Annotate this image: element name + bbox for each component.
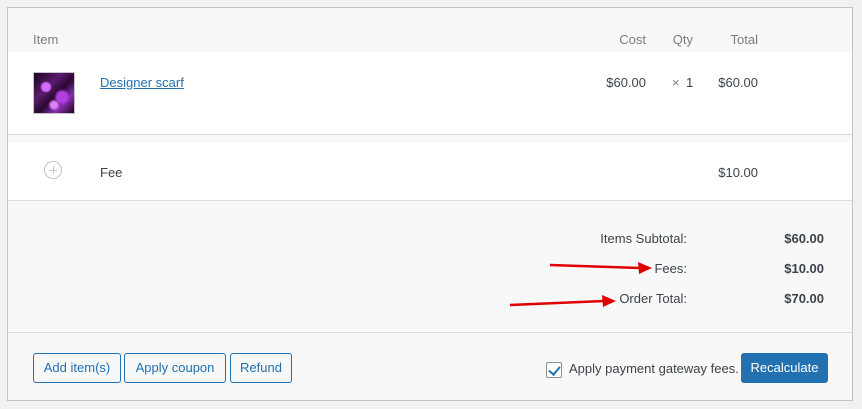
plus-circle-icon (44, 161, 62, 179)
divider (8, 134, 852, 135)
divider (8, 200, 852, 201)
table-row (8, 52, 852, 134)
gateway-fees-checkbox[interactable] (546, 362, 562, 378)
column-header-cost: Cost (619, 32, 646, 47)
order-items-panel: Item Cost Qty Total Designer scarf $60.0… (7, 7, 853, 401)
add-items-button[interactable]: Add item(s) (33, 353, 121, 383)
order-total-value: $70.00 (784, 291, 824, 306)
item-total: $60.00 (718, 75, 758, 90)
qty-multiplier: × (672, 75, 680, 90)
item-cost: $60.00 (606, 75, 646, 90)
items-subtotal-label: Items Subtotal: (600, 231, 687, 246)
recalculate-button[interactable]: Recalculate (741, 353, 828, 383)
gateway-fees-label[interactable]: Apply payment gateway fees. (569, 361, 739, 376)
refund-button[interactable]: Refund (230, 353, 292, 383)
item-qty: 1 (686, 75, 694, 90)
annotation-arrow-order-total (509, 295, 616, 307)
fee-label: Fee (100, 165, 123, 180)
items-subtotal-value: $60.00 (784, 231, 824, 246)
column-header-qty: Qty (672, 32, 693, 47)
apply-coupon-button[interactable]: Apply coupon (124, 353, 226, 383)
column-header-total: Total (730, 32, 758, 47)
fee-total: $10.00 (718, 165, 758, 180)
annotation-arrow-fees (549, 262, 652, 274)
product-thumbnail[interactable] (33, 72, 75, 114)
product-link[interactable]: Designer scarf (100, 75, 184, 90)
fees-value: $10.00 (784, 261, 824, 276)
divider (8, 332, 852, 333)
column-header-item: Item (33, 32, 59, 47)
checkmark-icon (548, 363, 561, 376)
